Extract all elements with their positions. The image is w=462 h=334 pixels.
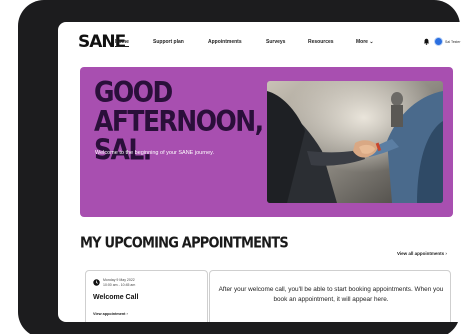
bell-icon[interactable] <box>423 38 430 45</box>
nav-support-plan[interactable]: Support plan <box>153 39 184 45</box>
holding-hands-photo <box>267 81 443 203</box>
welcome-subtitle: Welcome to the beginning of your SANE jo… <box>95 150 215 156</box>
hero-photo <box>267 81 443 203</box>
nav-resources[interactable]: Resources <box>308 39 334 45</box>
upcoming-appointments-heading: MY UPCOMING APPOINTMENTS <box>80 234 289 253</box>
nav-surveys[interactable]: Surveys <box>266 39 285 45</box>
appointment-date: Monday 9 May 2022 10:00 am - 10:45 am <box>103 278 135 287</box>
appointment-title: Welcome Call <box>93 294 139 301</box>
avatar[interactable] <box>434 37 443 46</box>
view-appointment-link[interactable]: View appointment › <box>93 312 128 317</box>
view-all-appointments-link[interactable]: View all appointments › <box>397 251 447 256</box>
top-navigation: SANE Home Support plan Appointments Surv… <box>58 22 462 62</box>
nav-more-menu[interactable]: More ⌄ <box>356 39 374 45</box>
appointment-date-text: Monday 9 May 2022 <box>103 278 135 282</box>
nav-home[interactable]: Home <box>115 39 129 47</box>
nav-appointments[interactable]: Appointments <box>208 39 242 45</box>
clock-icon <box>93 279 100 286</box>
appointment-time-text: 10:00 am - 10:45 am <box>103 282 136 287</box>
booking-info-text: After your welcome call, you'll be able … <box>218 286 444 303</box>
hero-banner: GOOD AFTERNOON, SAL. Welcome to the begi… <box>80 67 453 217</box>
user-name[interactable]: Sal Tester <box>445 40 461 44</box>
tablet-frame: SANE Home Support plan Appointments Surv… <box>18 0 462 334</box>
booking-info-card: After your welcome call, you'll be able … <box>209 270 451 322</box>
appointment-card[interactable]: Monday 9 May 2022 10:00 am - 10:45 am We… <box>85 270 208 322</box>
app-screen: SANE Home Support plan Appointments Surv… <box>58 22 462 322</box>
